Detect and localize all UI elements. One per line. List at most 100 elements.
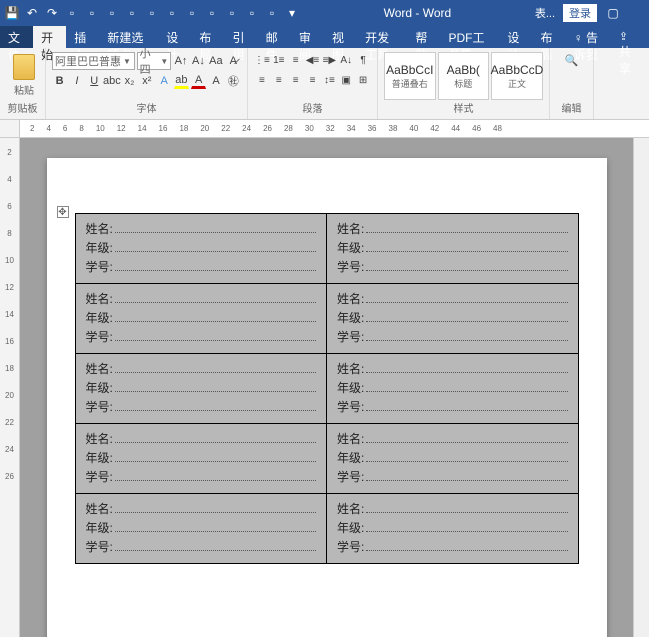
qat-icon[interactable]: ▫ bbox=[164, 5, 180, 21]
ribbon-options-icon[interactable]: ▢ bbox=[605, 5, 621, 21]
bold-button[interactable]: B bbox=[52, 73, 67, 89]
line-spacing-icon[interactable]: ↕≡ bbox=[321, 72, 337, 89]
field-line bbox=[366, 309, 567, 322]
highlight-icon[interactable]: ab bbox=[174, 73, 189, 89]
tab-review[interactable]: 审阅 bbox=[291, 26, 324, 48]
field-line bbox=[115, 398, 316, 411]
field-label: 年级: bbox=[86, 379, 113, 396]
tab-references[interactable]: 引用 bbox=[225, 26, 258, 48]
login-button[interactable]: 登录 bbox=[563, 4, 597, 22]
change-case-icon[interactable]: Aa bbox=[208, 53, 223, 69]
field-line bbox=[115, 258, 316, 271]
table-cell[interactable]: 姓名:年级:学号: bbox=[327, 354, 579, 424]
table-cell[interactable]: 姓名:年级:学号: bbox=[327, 494, 579, 564]
tab-mailings[interactable]: 邮件 bbox=[258, 26, 291, 48]
sort-icon[interactable]: A↓ bbox=[338, 52, 354, 69]
tab-file[interactable]: 文件 bbox=[0, 26, 33, 48]
group-label: 字体 bbox=[52, 100, 241, 115]
align-justify-icon[interactable]: ≡ bbox=[305, 72, 321, 89]
qat-icon[interactable]: ▫ bbox=[184, 5, 200, 21]
text-effects-icon[interactable]: A bbox=[156, 73, 171, 89]
table-move-handle-icon[interactable]: ✥ bbox=[57, 206, 69, 218]
table-cell[interactable]: 姓名:年级:学号: bbox=[75, 214, 327, 284]
find-icon[interactable]: 🔍 bbox=[564, 52, 580, 68]
share-button[interactable]: ⇪ 共享 bbox=[611, 26, 649, 48]
align-left-icon[interactable]: ≡ bbox=[254, 72, 270, 89]
group-paragraph: ⋮≡ 1≡ ≡ ◀≡ ≡▶ A↓ ¶ ≡ ≡ ≡ ≡ ↕≡ ▣ ⊞ 段落 bbox=[248, 48, 378, 119]
field-label: 年级: bbox=[337, 309, 364, 326]
font-name-select[interactable]: 阿里巴巴普惠▼ bbox=[52, 52, 135, 70]
horizontal-ruler[interactable]: 2468101214161820222426283032343638404244… bbox=[0, 120, 649, 138]
qat-icon[interactable]: ▫ bbox=[104, 5, 120, 21]
page-scroll[interactable]: ✥ 姓名:年级:学号:姓名:年级:学号:姓名:年级:学号:姓名:年级:学号:姓名… bbox=[20, 138, 633, 637]
tell-me[interactable]: ♀ 告诉我 bbox=[566, 26, 611, 48]
char-border-icon[interactable]: A bbox=[208, 73, 223, 89]
field-line bbox=[115, 519, 316, 532]
qat-icon[interactable]: ▫ bbox=[124, 5, 140, 21]
font-color-icon[interactable]: A bbox=[191, 73, 206, 89]
qat-icon[interactable]: ▫ bbox=[204, 5, 220, 21]
field-label: 学号: bbox=[86, 468, 113, 485]
tab-table-design[interactable]: 设计 bbox=[499, 26, 532, 48]
italic-button[interactable]: I bbox=[69, 73, 84, 89]
form-table[interactable]: 姓名:年级:学号:姓名:年级:学号:姓名:年级:学号:姓名:年级:学号:姓名:年… bbox=[75, 213, 579, 564]
style-item[interactable]: AaBbCcD正文 bbox=[491, 52, 543, 100]
minimize-icon[interactable] bbox=[629, 5, 645, 21]
indent-inc-icon[interactable]: ≡▶ bbox=[321, 52, 337, 69]
undo-icon[interactable]: ↶ bbox=[24, 5, 40, 21]
tab-home[interactable]: 开始 bbox=[33, 26, 66, 48]
superscript-button[interactable]: x² bbox=[139, 73, 154, 89]
bullets-icon[interactable]: ⋮≡ bbox=[254, 52, 270, 69]
align-right-icon[interactable]: ≡ bbox=[288, 72, 304, 89]
tab-developer[interactable]: 开发工具 bbox=[357, 26, 407, 48]
clear-format-icon[interactable]: A̷ bbox=[226, 53, 241, 69]
table-cell[interactable]: 姓名:年级:学号: bbox=[75, 494, 327, 564]
table-cell[interactable]: 姓名:年级:学号: bbox=[75, 284, 327, 354]
table-cell[interactable]: 姓名:年级:学号: bbox=[75, 424, 327, 494]
qat-icon[interactable]: ▫ bbox=[224, 5, 240, 21]
style-item[interactable]: AaBbCcI普通叠右 bbox=[384, 52, 436, 100]
field-line bbox=[366, 500, 567, 513]
qat-icon[interactable]: ▫ bbox=[144, 5, 160, 21]
save-icon[interactable]: 💾 bbox=[4, 5, 20, 21]
table-cell[interactable]: 姓名:年级:学号: bbox=[327, 424, 579, 494]
show-marks-icon[interactable]: ¶ bbox=[355, 52, 371, 69]
multilevel-icon[interactable]: ≡ bbox=[288, 52, 304, 69]
align-center-icon[interactable]: ≡ bbox=[271, 72, 287, 89]
field-line bbox=[115, 500, 316, 513]
paste-button[interactable]: 粘贴 bbox=[6, 52, 42, 98]
qat-icon[interactable]: ▫ bbox=[244, 5, 260, 21]
tab-layout[interactable]: 布局 bbox=[191, 26, 224, 48]
tab-pdf[interactable]: PDF工具集 bbox=[441, 26, 500, 48]
borders-icon[interactable]: ⊞ bbox=[355, 72, 371, 89]
redo-icon[interactable]: ↷ bbox=[44, 5, 60, 21]
grow-font-icon[interactable]: A↑ bbox=[173, 53, 188, 69]
table-row: 姓名:年级:学号:姓名:年级:学号: bbox=[75, 354, 578, 424]
table-cell[interactable]: 姓名:年级:学号: bbox=[327, 284, 579, 354]
tab-help[interactable]: 帮助 bbox=[407, 26, 440, 48]
qat-icon[interactable]: ▫ bbox=[264, 5, 280, 21]
tab-view[interactable]: 视图 bbox=[324, 26, 357, 48]
tab-insert[interactable]: 插入 bbox=[66, 26, 99, 48]
strike-button[interactable]: abc bbox=[104, 73, 120, 89]
vertical-ruler[interactable]: 2468101214161820222426 bbox=[0, 138, 20, 637]
tab-design[interactable]: 设计 bbox=[158, 26, 191, 48]
tab-table-layout[interactable]: 布局 bbox=[532, 26, 565, 48]
enclose-char-icon[interactable]: ㊓ bbox=[226, 73, 241, 89]
table-cell[interactable]: 姓名:年级:学号: bbox=[75, 354, 327, 424]
style-item[interactable]: AaBb(标题 bbox=[438, 52, 490, 100]
field-line bbox=[115, 360, 316, 373]
shading-icon[interactable]: ▣ bbox=[338, 72, 354, 89]
shrink-font-icon[interactable]: A↓ bbox=[191, 53, 206, 69]
qat-more-icon[interactable]: ▾ bbox=[284, 5, 300, 21]
vertical-scrollbar[interactable] bbox=[633, 138, 649, 637]
font-size-select[interactable]: 小四▼ bbox=[137, 52, 172, 70]
table-cell[interactable]: 姓名:年级:学号: bbox=[327, 214, 579, 284]
subscript-button[interactable]: x₂ bbox=[122, 73, 137, 89]
underline-button[interactable]: U bbox=[87, 73, 102, 89]
indent-dec-icon[interactable]: ◀≡ bbox=[305, 52, 321, 69]
qat-icon[interactable]: ▫ bbox=[64, 5, 80, 21]
numbering-icon[interactable]: 1≡ bbox=[271, 52, 287, 69]
qat-icon[interactable]: ▫ bbox=[84, 5, 100, 21]
page[interactable]: ✥ 姓名:年级:学号:姓名:年级:学号:姓名:年级:学号:姓名:年级:学号:姓名… bbox=[47, 158, 607, 637]
